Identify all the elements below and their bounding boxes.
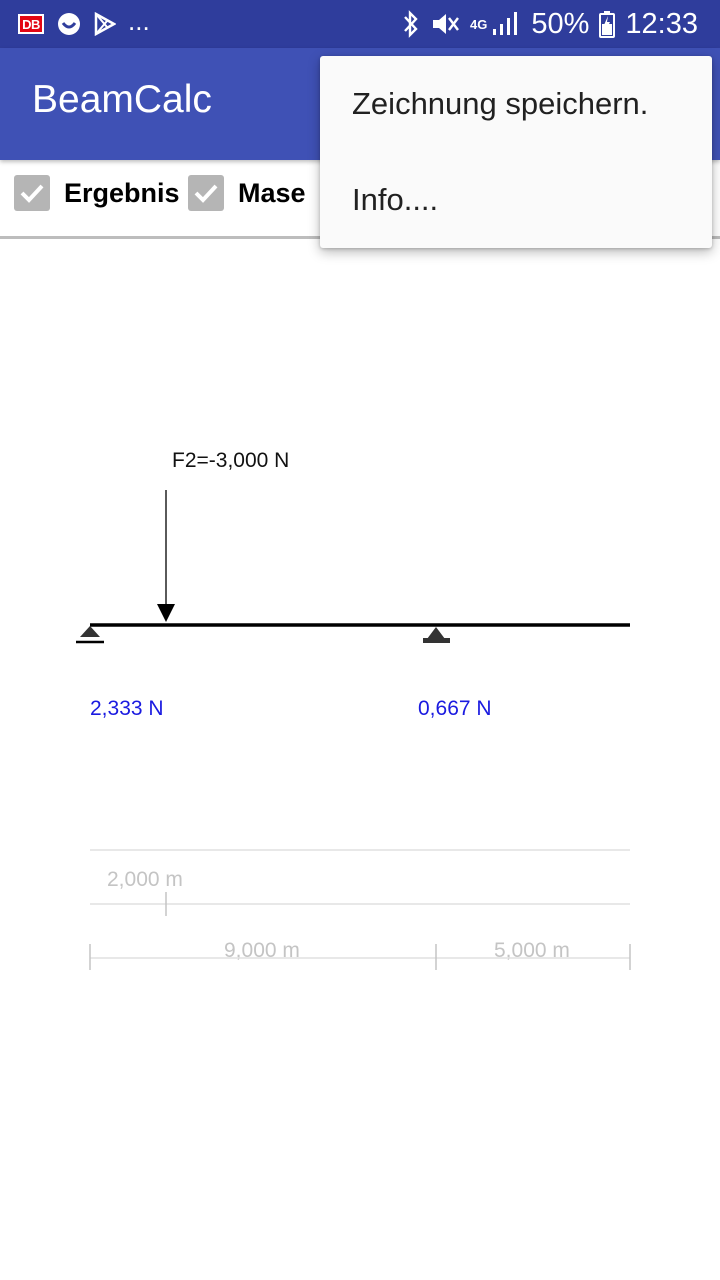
reaction-left-label: 2,333 N	[90, 697, 164, 720]
force-arrow-head	[157, 604, 175, 622]
force-label: F2=-3,000 N	[172, 449, 289, 472]
menu-item-save-drawing[interactable]: Zeichnung speichern.	[320, 56, 712, 152]
reaction-right-label: 0,667 N	[418, 697, 492, 720]
right-support-base	[423, 638, 450, 643]
overflow-menu: Zeichnung speichern. Info....	[320, 56, 712, 248]
left-support	[80, 626, 100, 637]
dimension-force-position-label: 2,000 m	[107, 868, 183, 891]
menu-item-info[interactable]: Info....	[320, 152, 712, 248]
